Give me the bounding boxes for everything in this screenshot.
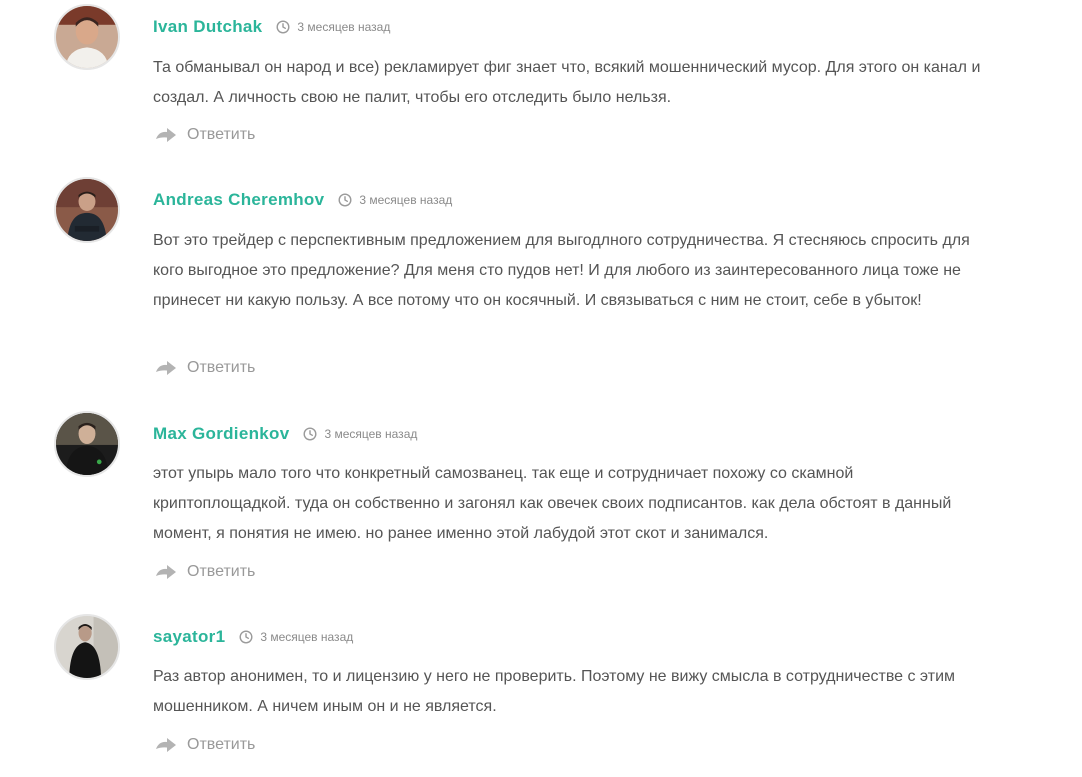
reply-label: Ответить [187, 359, 256, 376]
clock-icon [239, 630, 253, 644]
comment-meta: Max Gordienkov 3 месяцев назад [153, 420, 417, 448]
clock-icon [303, 427, 317, 441]
time-label: 3 месяцев назад [359, 193, 453, 207]
timestamp: 3 месяцев назад [239, 630, 353, 644]
avatar[interactable] [54, 177, 120, 243]
reply-arrow-icon [156, 565, 176, 579]
avatar[interactable] [54, 411, 120, 477]
timestamp: 3 месяцев назад [303, 427, 417, 441]
author-name[interactable]: Max Gordienkov [153, 424, 289, 444]
avatar-image [56, 6, 118, 68]
comment-text: этот упырь мало того что конкретный само… [153, 465, 952, 542]
comment-meta: sayator1 3 месяцев назад [153, 623, 353, 651]
reply-button[interactable]: Ответить [155, 561, 255, 583]
avatar[interactable] [54, 4, 120, 70]
comment-text: Раз автор анонимен, то и лицензию у него… [153, 668, 956, 715]
reply-label: Ответить [187, 563, 256, 580]
avatar-image [56, 616, 118, 678]
timestamp: 3 месяцев назад [276, 20, 390, 34]
reply-label: Ответить [187, 126, 256, 143]
reply-label: Ответить [187, 736, 256, 753]
author-name[interactable]: sayator1 [153, 627, 225, 647]
comment-text: Вот это трейдер с перспективным предложе… [153, 232, 970, 309]
clock-icon [338, 193, 352, 207]
time-label: 3 месяцев назад [260, 630, 354, 644]
avatar[interactable] [54, 614, 120, 680]
comment-meta: Andreas Cheremhov 3 месяцев назад [153, 186, 452, 214]
author-name[interactable]: Ivan Dutchak [153, 17, 262, 37]
reply-button[interactable]: Ответить [155, 734, 255, 756]
time-label: 3 месяцев назад [297, 20, 391, 34]
timestamp: 3 месяцев назад [338, 193, 452, 207]
reply-button[interactable]: Ответить [155, 124, 255, 146]
clock-icon [276, 20, 290, 34]
avatar-image [56, 179, 118, 241]
comment-text: Та обманывал он народ и все) рекламирует… [153, 59, 981, 106]
avatar-image [56, 413, 118, 475]
reply-arrow-icon [156, 128, 176, 142]
time-label: 3 месяцев назад [324, 427, 418, 441]
author-name[interactable]: Andreas Cheremhov [153, 190, 324, 210]
reply-arrow-icon [156, 361, 176, 375]
comment-meta: Ivan Dutchak 3 месяцев назад [153, 13, 390, 41]
reply-button[interactable]: Ответить [155, 357, 255, 379]
reply-arrow-icon [156, 738, 176, 752]
